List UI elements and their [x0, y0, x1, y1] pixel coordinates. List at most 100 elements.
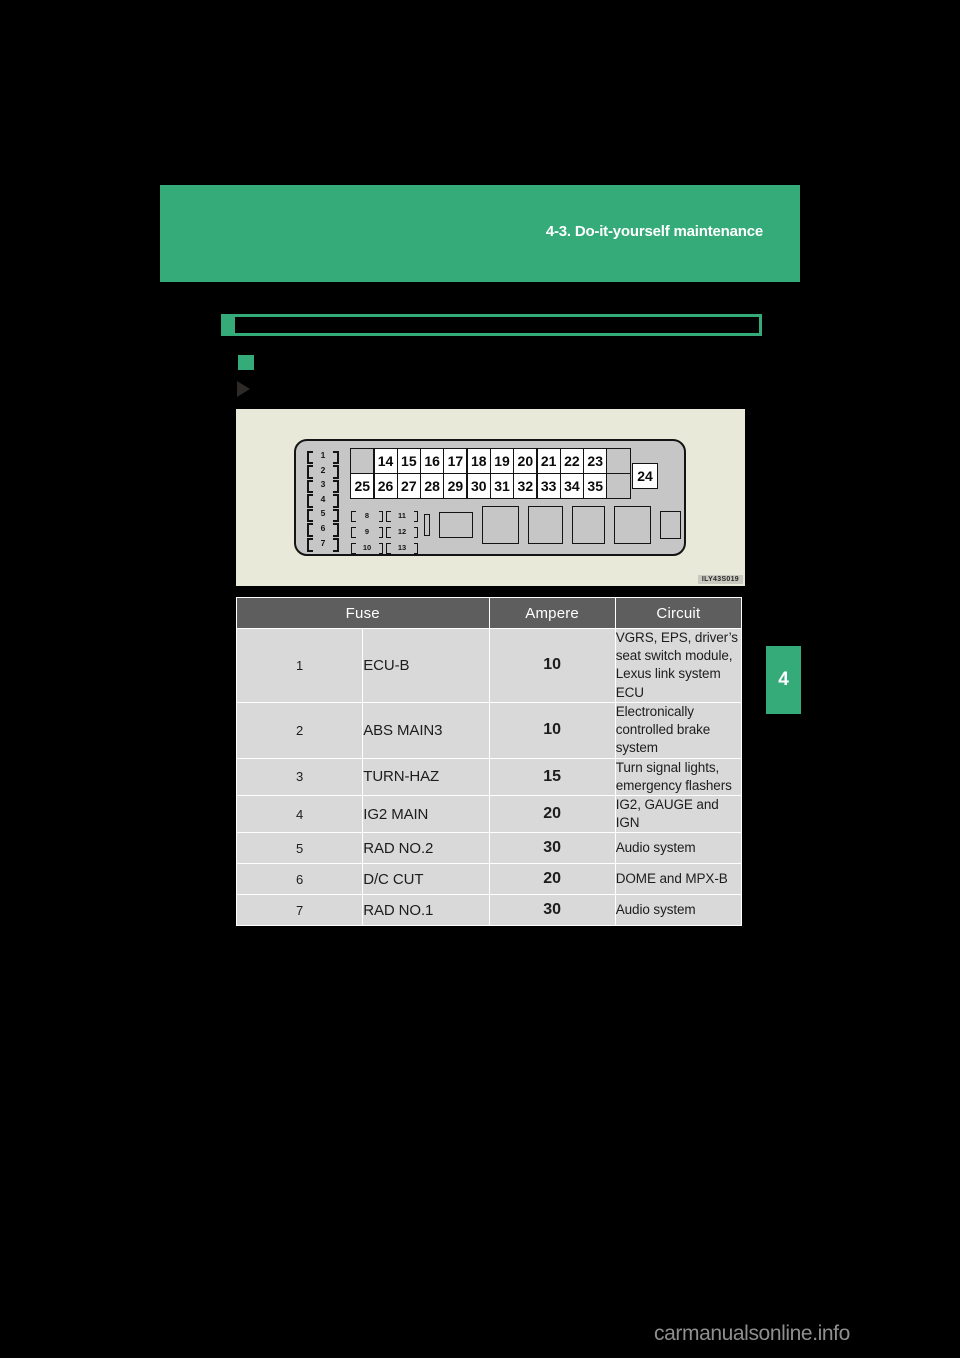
cell-ampere: 20 [488, 794, 616, 834]
small-bracket-marker-grid: 8 11 9 12 10 13 [350, 508, 419, 556]
cell-fuse-number: 1 [235, 628, 364, 703]
bracket-marker-5: 5 [305, 506, 341, 522]
cell-fuse-name: RAD NO.2 [362, 832, 490, 865]
bracket-marker-3: 3 [305, 477, 341, 493]
fuse-number-grid: 14 15 16 17 18 19 20 21 22 23 25 26 27 2… [350, 448, 631, 499]
fuse-cell-20: 20 [513, 448, 538, 474]
fuse-cell-18: 18 [466, 448, 491, 474]
fuse-cell-22: 22 [559, 448, 584, 474]
bracket-marker-13: 13 [385, 540, 419, 556]
column-header-circuit: Circuit [614, 597, 743, 629]
table-body: 1 ECU-B 10 VGRS, EPS, driver’s seat swit… [235, 628, 743, 927]
fuse-cell-blank [606, 448, 631, 474]
cell-circuit: Audio system [614, 832, 743, 865]
bracket-marker-1: 1 [305, 448, 341, 464]
cell-fuse-name: RAD NO.1 [362, 894, 490, 927]
relay-block [572, 506, 605, 544]
cell-ampere: 30 [488, 832, 616, 865]
bracket-marker-12: 12 [385, 524, 419, 540]
cell-fuse-number: 6 [235, 863, 364, 896]
bracket-marker-2: 2 [305, 463, 341, 479]
cell-fuse-name: IG2 MAIN [362, 794, 490, 834]
fuse-cell-34: 34 [559, 473, 584, 499]
cell-fuse-number: 2 [235, 701, 364, 759]
chapter-tab[interactable]: 4 [766, 646, 801, 714]
fuse-cell-26: 26 [373, 473, 398, 499]
fuse-cell-25: 25 [350, 473, 375, 499]
bracket-marker-6: 6 [305, 521, 341, 537]
fuse-cell-14: 14 [373, 448, 398, 474]
relay-block [528, 506, 563, 544]
cell-circuit: VGRS, EPS, driver’s seat switch module, … [614, 628, 743, 703]
fuse-cell-17: 17 [443, 448, 468, 474]
cell-fuse-name: ABS MAIN3 [362, 701, 490, 759]
fuse-cell-blank [606, 473, 631, 499]
cell-fuse-name: ECU-B [362, 628, 490, 703]
bracket-marker-7: 7 [305, 536, 341, 552]
chapter-tab-number: 4 [778, 669, 789, 690]
bracket-marker-9: 9 [350, 524, 384, 540]
table-row: 6 D/C CUT 20 DOME and MPX-B [235, 863, 743, 896]
section-heading-bar [221, 314, 762, 336]
cell-ampere: 10 [488, 701, 616, 759]
cell-ampere: 20 [488, 863, 616, 896]
cell-ampere: 15 [488, 757, 616, 796]
relay-block-row [424, 506, 681, 550]
page-header-band: 4-3. Do-it-yourself maintenance [160, 185, 800, 282]
cell-fuse-name: TURN-HAZ [362, 757, 490, 796]
table-row: 7 RAD NO.1 30 Audio system [235, 894, 743, 927]
fuse-specification-table: Fuse Ampere Circuit 1 ECU-B 10 VGRS, EPS… [235, 597, 743, 927]
fuse-cell-27: 27 [396, 473, 421, 499]
relay-block [482, 506, 519, 544]
bracket-marker-4: 4 [305, 492, 341, 508]
fuse-cell-16: 16 [420, 448, 445, 474]
cell-circuit: Turn signal lights, emergency flashers [614, 757, 743, 796]
fuse-cell-blank [350, 448, 375, 474]
cell-fuse-number: 5 [235, 832, 364, 865]
fuse-cell-23: 23 [583, 448, 608, 474]
fuse-cell-28: 28 [420, 473, 445, 499]
cell-fuse-number: 7 [235, 894, 364, 927]
cell-ampere: 10 [488, 628, 616, 703]
table-row: 3 TURN-HAZ 15 Turn signal lights, emerge… [235, 757, 743, 796]
table-row: 1 ECU-B 10 VGRS, EPS, driver’s seat swit… [235, 628, 743, 703]
fusebox-housing: 1 2 3 4 5 6 7 14 15 16 17 18 19 20 21 22… [294, 439, 686, 556]
cell-circuit: IG2, GAUGE and IGN [614, 794, 743, 834]
figure-caption: ILY43S019 [697, 575, 743, 584]
table-row: 4 IG2 MAIN 20 IG2, GAUGE and IGN [235, 794, 743, 834]
table-header: Fuse Ampere Circuit [236, 597, 743, 629]
relay-block [660, 511, 681, 539]
table-row: 5 RAD NO.2 30 Audio system [235, 832, 743, 865]
relay-block [424, 514, 430, 536]
fuse-cell-21: 21 [536, 448, 561, 474]
fuse-cell-30: 30 [466, 473, 491, 499]
bracket-marker-column: 1 2 3 4 5 6 7 [305, 448, 341, 552]
subsection-bullet-square-icon [238, 355, 254, 370]
table-header-row: Fuse Ampere Circuit [236, 597, 743, 629]
column-header-fuse: Fuse [236, 597, 490, 629]
cell-ampere: 30 [488, 894, 616, 927]
site-watermark: carmanualsonline.info [654, 1322, 850, 1345]
fuse-cell-31: 31 [489, 473, 515, 499]
fuse-cell-24: 24 [632, 463, 658, 489]
cell-fuse-number: 3 [235, 757, 364, 796]
fusebox-diagram: 1 2 3 4 5 6 7 14 15 16 17 18 19 20 21 22… [236, 409, 745, 586]
bracket-marker-11: 11 [385, 508, 419, 524]
bracket-marker-8: 8 [350, 508, 384, 524]
fuse-cell-15: 15 [396, 448, 421, 474]
fuse-cell-33: 33 [536, 473, 561, 499]
fuse-cell-19: 19 [489, 448, 515, 474]
cell-fuse-number: 4 [235, 794, 364, 834]
relay-block [439, 512, 473, 538]
fuse-cell-35: 35 [583, 473, 608, 499]
cell-circuit: Electronically controlled brake system [614, 701, 743, 759]
cell-circuit: DOME and MPX-B [614, 863, 743, 896]
relay-block [614, 506, 651, 544]
triangle-marker-icon [237, 381, 250, 397]
cell-fuse-name: D/C CUT [362, 863, 490, 896]
table-row: 2 ABS MAIN3 10 Electronically controlled… [235, 701, 743, 759]
cell-circuit: Audio system [614, 894, 743, 927]
fuse-cell-29: 29 [443, 473, 468, 499]
bracket-marker-10: 10 [350, 540, 384, 556]
column-header-ampere: Ampere [488, 597, 616, 629]
